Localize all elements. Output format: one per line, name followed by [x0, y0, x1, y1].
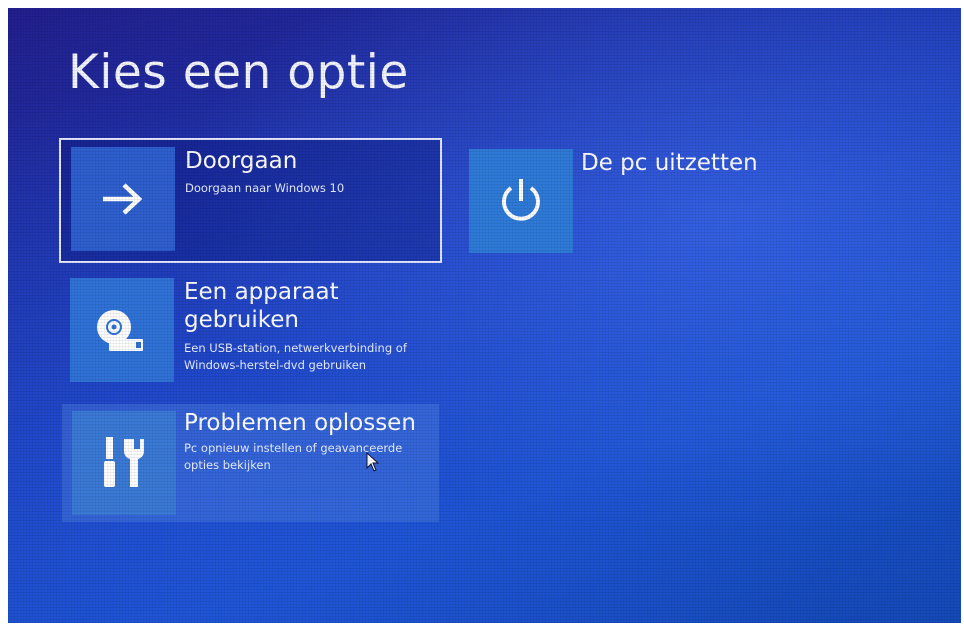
option-use-device-title: Een apparaat gebruiken	[184, 279, 339, 333]
usb-disc-icon	[97, 310, 143, 351]
option-continue-tile	[71, 147, 175, 251]
option-troubleshoot-description: Pc opnieuw instellen of geavanceerde opt…	[184, 441, 403, 472]
arrow-right-icon	[103, 183, 143, 215]
option-troubleshoot-title: Problemen oplossen	[184, 410, 416, 436]
option-use-device[interactable]: Een apparaat gebruiken Een USB-station, …	[70, 278, 440, 388]
option-troubleshoot[interactable]: Problemen oplossen Pc opnieuw instellen …	[62, 404, 439, 522]
mouse-cursor-icon	[366, 452, 380, 472]
option-continue[interactable]: Doorgaan Doorgaan naar Windows 10	[59, 138, 442, 263]
option-continue-title: Doorgaan	[185, 148, 298, 174]
tools-icon	[104, 437, 144, 487]
option-continue-description: Doorgaan naar Windows 10	[185, 181, 345, 195]
page-title: Kies een optie	[68, 45, 409, 100]
power-icon	[502, 179, 540, 221]
option-use-device-tile	[70, 278, 174, 382]
recovery-screen: Kies een optie Doorgaan Doorgaan naar Wi…	[8, 8, 961, 623]
option-shutdown-title: De pc uitzetten	[581, 150, 758, 176]
option-use-device-description: Een USB-station, netwerkverbinding of Wi…	[184, 341, 407, 372]
option-shutdown[interactable]: De pc uitzetten	[469, 149, 769, 259]
option-shutdown-tile	[469, 149, 573, 253]
option-troubleshoot-tile	[72, 411, 176, 515]
